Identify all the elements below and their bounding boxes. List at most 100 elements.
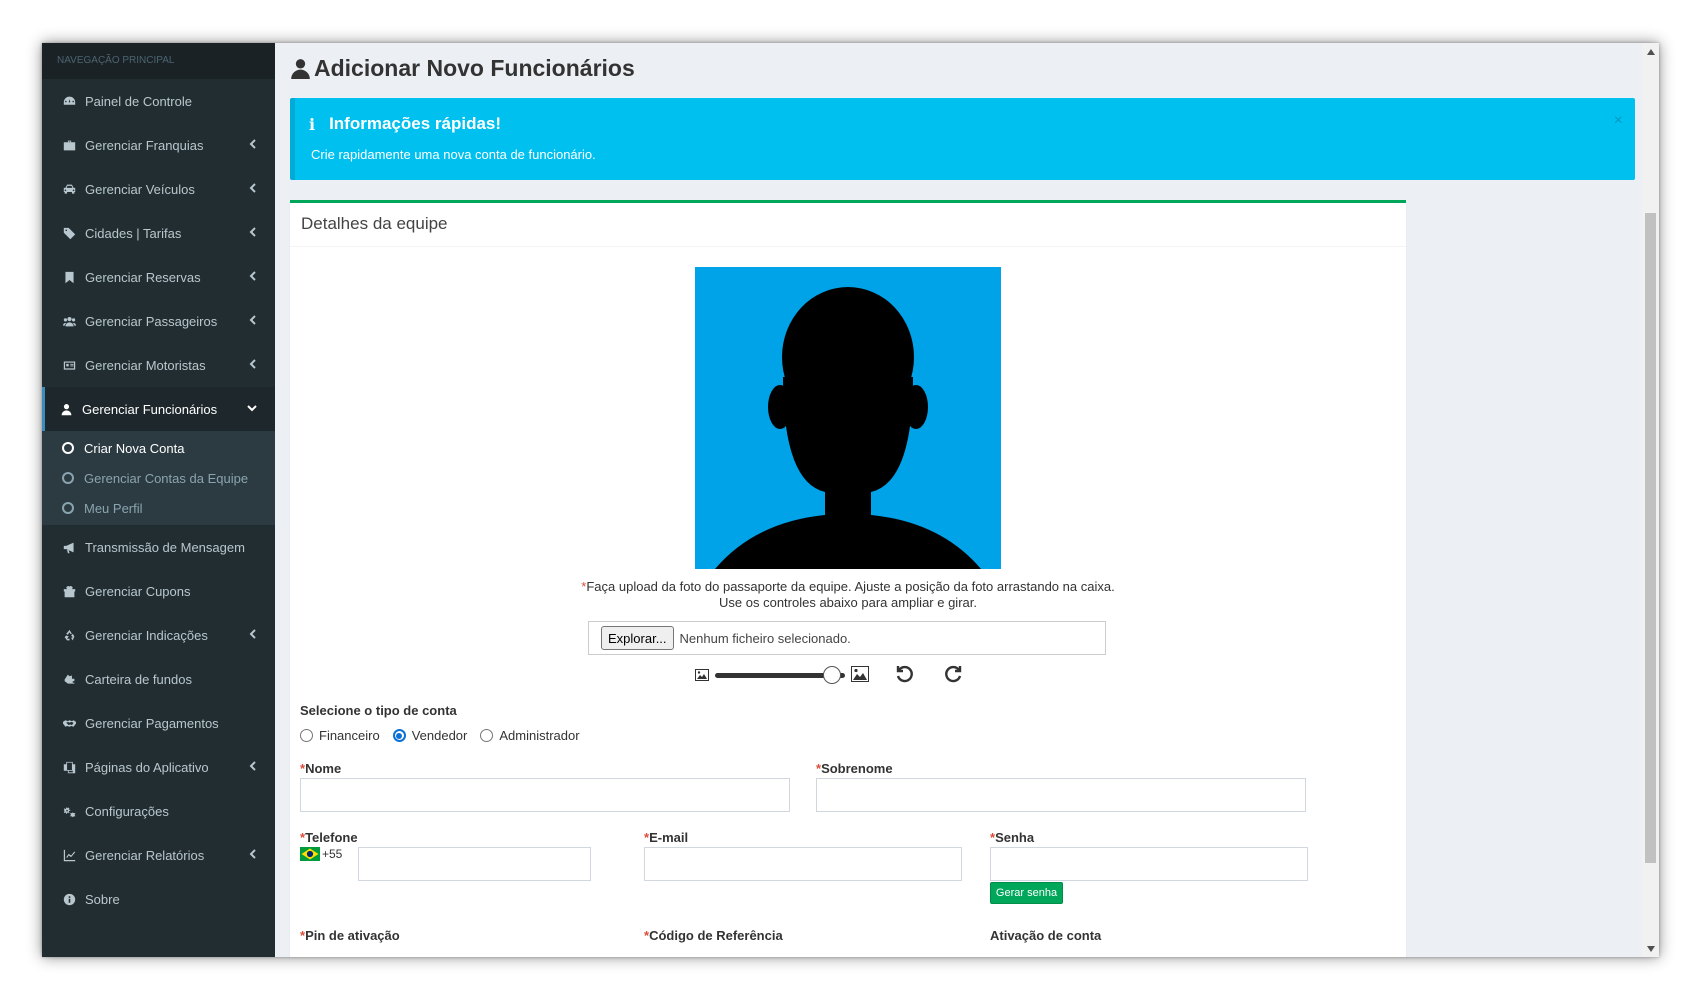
sidebar-item-gerenciar-pagamentos[interactable]: Gerenciar Pagamentos bbox=[42, 701, 275, 745]
generate-password-button[interactable]: Gerar senha bbox=[990, 882, 1063, 904]
password-input[interactable] bbox=[990, 847, 1308, 881]
first-name-label: *Nome bbox=[300, 761, 341, 776]
callout-title-text: Informações rápidas! bbox=[329, 114, 502, 133]
sidebar-item-label: Gerenciar Passageiros bbox=[85, 313, 218, 329]
last-name-label: *Sobrenome bbox=[816, 761, 893, 776]
rotate-left-icon bbox=[896, 665, 913, 683]
sidebar: NAVEGAÇÃO PRINCIPAL Painel de Controle G… bbox=[42, 43, 275, 957]
image-large-icon bbox=[851, 666, 869, 682]
first-name-input[interactable] bbox=[300, 778, 790, 812]
sidebar-item-carteira-de-fundos[interactable]: Carteira de fundos bbox=[42, 657, 275, 701]
browse-button[interactable]: Explorar... bbox=[601, 626, 674, 650]
brazil-flag-icon bbox=[300, 847, 320, 861]
photo-controls bbox=[695, 663, 1005, 687]
account-type-group: Financeiro Vendedor Administrador bbox=[300, 728, 593, 743]
email-input[interactable] bbox=[644, 847, 962, 881]
chevron-left-icon bbox=[247, 314, 257, 326]
sidebar-item-label: Gerenciar Veículos bbox=[85, 181, 195, 197]
sidebar-item-gerenciar-franquias[interactable]: Gerenciar Franquias bbox=[42, 123, 275, 167]
staff-details-box: Detalhes da equipe *Faça upload da foto … bbox=[290, 200, 1406, 957]
sidebar-item-gerenciar-cupons[interactable]: Gerenciar Cupons bbox=[42, 569, 275, 613]
recycle-icon bbox=[62, 628, 76, 642]
sidebar-item-label: Gerenciar Motoristas bbox=[85, 357, 206, 373]
rotate-left-button[interactable] bbox=[895, 665, 913, 683]
phone-country-selector[interactable]: +55 bbox=[300, 847, 342, 861]
sidebar-item-sobre[interactable]: Sobre bbox=[42, 877, 275, 921]
account-activation-label: Ativação de conta bbox=[990, 928, 1102, 943]
label-text: Telefone bbox=[305, 830, 358, 845]
chevron-left-icon bbox=[247, 182, 257, 194]
sidebar-item-gerenciar-funcionarios[interactable]: Gerenciar Funcionários bbox=[42, 387, 275, 431]
sidebar-item-label: Gerenciar Franquias bbox=[85, 137, 204, 153]
sidebar-item-gerenciar-reservas[interactable]: Gerenciar Reservas bbox=[42, 255, 275, 299]
info-circle-icon bbox=[62, 892, 76, 906]
bookmark-icon bbox=[62, 270, 76, 284]
page-title-text: Adicionar Novo Funcionários bbox=[314, 55, 635, 81]
sidebar-item-configuracoes[interactable]: Configurações bbox=[42, 789, 275, 833]
radio-administrador[interactable]: Administrador bbox=[480, 728, 580, 743]
circle-icon bbox=[62, 472, 74, 484]
sidebar-item-label: Gerenciar Cupons bbox=[85, 583, 191, 599]
users-icon bbox=[62, 314, 76, 328]
sidebar-item-painel-de-controle[interactable]: Painel de Controle bbox=[42, 79, 275, 123]
tags-icon bbox=[62, 226, 76, 240]
label-text: Código de Referência bbox=[649, 928, 783, 943]
main-content: Adicionar Novo Funcionários i Informaçõe… bbox=[275, 43, 1659, 957]
radio-label: Administrador bbox=[499, 728, 580, 743]
phone-label: *Telefone bbox=[300, 830, 358, 845]
sidebar-item-label: Sobre bbox=[85, 891, 120, 907]
sidebar-item-label: Configurações bbox=[85, 803, 169, 819]
sidebar-item-label: Gerenciar Relatórios bbox=[85, 847, 205, 863]
file-input[interactable]: Explorar... Nenhum ficheiro selecionado. bbox=[588, 621, 1106, 655]
referral-code-label: *Código de Referência bbox=[644, 928, 783, 943]
close-icon[interactable]: × bbox=[1614, 112, 1623, 130]
vertical-scrollbar[interactable] bbox=[1642, 43, 1659, 957]
last-name-input[interactable] bbox=[816, 778, 1306, 812]
sidebar-item-gerenciar-indicacoes[interactable]: Gerenciar Indicações bbox=[42, 613, 275, 657]
submenu-item-criar-nova-conta[interactable]: Criar Nova Conta bbox=[42, 433, 275, 463]
radio-vendedor[interactable]: Vendedor bbox=[392, 728, 467, 743]
sidebar-item-gerenciar-relatorios[interactable]: Gerenciar Relatórios bbox=[42, 833, 275, 877]
sidebar-item-transmissao-de-mensagem[interactable]: Transmissão de Mensagem bbox=[42, 525, 275, 569]
sidebar-item-label: Gerenciar Reservas bbox=[85, 269, 201, 285]
circle-icon bbox=[62, 442, 74, 454]
car-icon bbox=[62, 182, 76, 196]
scroll-up-arrow-icon[interactable] bbox=[1642, 43, 1659, 60]
label-text: Nome bbox=[305, 761, 342, 776]
sidebar-item-gerenciar-passageiros[interactable]: Gerenciar Passageiros bbox=[42, 299, 275, 343]
radio-circle bbox=[300, 729, 313, 742]
app-window: NAVEGAÇÃO PRINCIPAL Painel de Controle G… bbox=[42, 43, 1659, 957]
handshake-icon bbox=[62, 716, 76, 730]
chevron-left-icon bbox=[247, 848, 257, 860]
submenu-item-meu-perfil[interactable]: Meu Perfil bbox=[42, 493, 275, 523]
submenu-item-gerenciar-contas[interactable]: Gerenciar Contas da Equipe bbox=[42, 463, 275, 493]
chevron-left-icon bbox=[247, 270, 257, 282]
radio-financeiro[interactable]: Financeiro bbox=[300, 728, 380, 743]
gift-icon bbox=[62, 584, 76, 598]
sidebar-item-gerenciar-veiculos[interactable]: Gerenciar Veículos bbox=[42, 167, 275, 211]
chevron-left-icon bbox=[247, 760, 257, 772]
sidebar-item-paginas-do-aplicativo[interactable]: Páginas do Aplicativo bbox=[42, 745, 275, 789]
rotate-right-button[interactable] bbox=[945, 665, 963, 683]
phone-input[interactable] bbox=[358, 847, 591, 881]
sidebar-item-label: Gerenciar Indicações bbox=[85, 627, 208, 643]
label-text: Sobrenome bbox=[821, 761, 893, 776]
scroll-down-arrow-icon[interactable] bbox=[1642, 940, 1659, 957]
sidebar-header: NAVEGAÇÃO PRINCIPAL bbox=[42, 43, 275, 79]
bullhorn-icon bbox=[62, 540, 76, 554]
sidebar-item-gerenciar-motoristas[interactable]: Gerenciar Motoristas bbox=[42, 343, 275, 387]
page-title: Adicionar Novo Funcionários bbox=[291, 55, 635, 82]
chevron-left-icon bbox=[247, 358, 257, 370]
photo-cropper[interactable] bbox=[695, 267, 1001, 569]
zoom-slider-handle[interactable] bbox=[823, 666, 841, 684]
scrollbar-thumb[interactable] bbox=[1645, 213, 1656, 863]
submenu-item-label: Criar Nova Conta bbox=[84, 440, 185, 456]
info-icon: i bbox=[309, 114, 316, 134]
label-text: Senha bbox=[995, 830, 1035, 845]
upload-note-text: Faça upload da foto do passaporte da equ… bbox=[586, 579, 1115, 610]
upload-note: *Faça upload da foto do passaporte da eq… bbox=[570, 579, 1126, 611]
id-card-icon bbox=[62, 358, 76, 372]
sidebar-item-cidades-tarifas[interactable]: Cidades | Tarifas bbox=[42, 211, 275, 255]
wallet-icon bbox=[62, 672, 76, 686]
callout-text: Crie rapidamente uma nova conta de funci… bbox=[311, 147, 596, 162]
